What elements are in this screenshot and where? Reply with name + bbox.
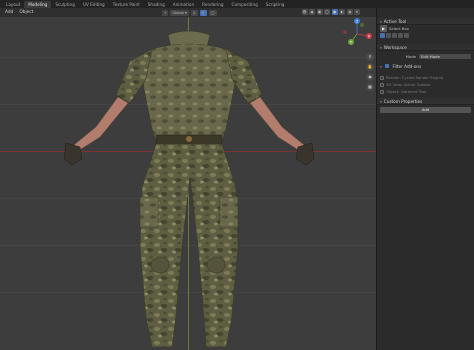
- right-cargo-pocket: [219, 196, 239, 228]
- collapse-chevron-icon: ▾: [380, 20, 382, 24]
- tab-sculpting[interactable]: Sculpting: [51, 1, 79, 8]
- grid-perspective-icon[interactable]: ▦: [366, 83, 374, 91]
- select-box-icon: ▶: [380, 25, 387, 32]
- tab-texture-paint[interactable]: Texture Paint: [109, 1, 144, 8]
- left-cargo-pocket: [139, 196, 159, 228]
- addon-checkbox[interactable]: [380, 82, 384, 87]
- transform-orientation-label: Global: [172, 10, 184, 15]
- shirt-torso: [141, 43, 237, 142]
- addon-checkbox[interactable]: [380, 75, 384, 80]
- workspace-tab-bar: Layout Modeling Sculpting UV Editing Tex…: [0, 0, 474, 8]
- mode-label: Mode: [405, 54, 416, 59]
- select-mode-buttons: [377, 32, 474, 39]
- right-forearm: [249, 96, 305, 152]
- mode-value: Edit Mode: [421, 53, 440, 59]
- add-property-button[interactable]: Add: [380, 107, 471, 113]
- material-shading-icon[interactable]: ◐: [339, 9, 345, 15]
- collapse-chevron-icon: ▾: [380, 46, 382, 50]
- object-menu[interactable]: Object: [16, 8, 36, 17]
- mode-dropdown[interactable]: Edit Mode: [419, 53, 471, 60]
- zoom-icon[interactable]: ⚲: [366, 53, 374, 61]
- visibility-icon[interactable]: 👁: [301, 9, 308, 15]
- camera-view-icon[interactable]: ◉: [366, 73, 374, 81]
- pivot-icon[interactable]: ◎: [190, 9, 198, 16]
- select-mode-extend-icon[interactable]: [386, 33, 391, 38]
- active-tool-panel-header[interactable]: ▾ Active Tool: [377, 18, 474, 25]
- viewport-display-controls: 👁 ◉ ▣ ◯ ● ◐ ◑ ▾: [300, 9, 360, 15]
- navigation-gizmo[interactable]: Z X Y: [340, 17, 374, 51]
- pan-hand-icon[interactable]: ✋: [366, 63, 374, 71]
- orientation-icon[interactable]: ⌖: [162, 9, 169, 16]
- collapse-chevron-icon: ▾: [380, 100, 382, 104]
- addon-row[interactable]: 3D View: Armor Toolbar: [377, 81, 474, 88]
- addon-checkbox[interactable]: [380, 89, 384, 94]
- left-forearm: [73, 96, 129, 152]
- addon-row[interactable]: Object: Garment Tool: [377, 88, 474, 95]
- overlays-icon[interactable]: ◉: [309, 9, 315, 15]
- tab-animation[interactable]: Animation: [169, 1, 198, 8]
- garment-model[interactable]: [0, 17, 376, 350]
- collapse-chevron-icon: ▾: [380, 65, 382, 69]
- shading-options-icon[interactable]: ▾: [354, 9, 360, 15]
- xray-icon[interactable]: ▣: [316, 9, 323, 15]
- solid-shading-icon[interactable]: ●: [331, 9, 338, 15]
- snap-icon[interactable]: ⚲: [199, 9, 207, 16]
- addon-row[interactable]: Render: Cycles Render Engine: [377, 74, 474, 81]
- filter-addons-checkbox[interactable]: [385, 64, 390, 68]
- custom-properties-header[interactable]: ▾ Custom Properties: [377, 98, 474, 105]
- tab-uv-editing[interactable]: UV Editing: [79, 1, 109, 8]
- proportional-edit-icon[interactable]: ◯: [208, 9, 217, 16]
- wireframe-shading-icon[interactable]: ◯: [324, 9, 330, 15]
- tab-layout[interactable]: Layout: [2, 1, 24, 8]
- properties-sidebar: ▾ Active Tool ▶ Select Box ▾ Workspace Mod…: [376, 8, 474, 350]
- left-knee-pad: [150, 256, 170, 274]
- mode-row: Mode Edit Mode: [377, 53, 474, 60]
- transform-orientation-dropdown[interactable]: Global ▾: [170, 9, 189, 16]
- select-mode-new-icon[interactable]: [380, 33, 385, 38]
- pants: [139, 143, 239, 348]
- 3d-viewport[interactable]: Z X Y ⚲ ✋ ◉ ▦: [0, 17, 376, 350]
- tab-compositing[interactable]: Compositing: [228, 1, 262, 8]
- tab-scripting[interactable]: Scripting: [262, 1, 289, 8]
- tab-rendering[interactable]: Rendering: [198, 1, 227, 8]
- add-menu[interactable]: Add: [2, 8, 16, 17]
- filter-addons-header[interactable]: ▾ Filter Add-ons: [377, 63, 474, 70]
- rendered-shading-icon[interactable]: ◑: [346, 9, 353, 15]
- active-tool-row[interactable]: ▶ Select Box: [377, 25, 474, 32]
- select-mode-subtract-icon[interactable]: [392, 33, 397, 38]
- select-mode-invert-icon[interactable]: [398, 33, 403, 38]
- active-tool-name: Select Box: [389, 26, 409, 31]
- select-mode-intersect-icon[interactable]: [404, 33, 409, 38]
- right-knee-pad: [206, 256, 226, 274]
- belt-buckle: [186, 136, 192, 142]
- tab-modeling[interactable]: Modeling: [24, 0, 52, 8]
- workspace-panel-header[interactable]: ▾ Workspace: [377, 44, 474, 51]
- tab-shading[interactable]: Shading: [144, 1, 169, 8]
